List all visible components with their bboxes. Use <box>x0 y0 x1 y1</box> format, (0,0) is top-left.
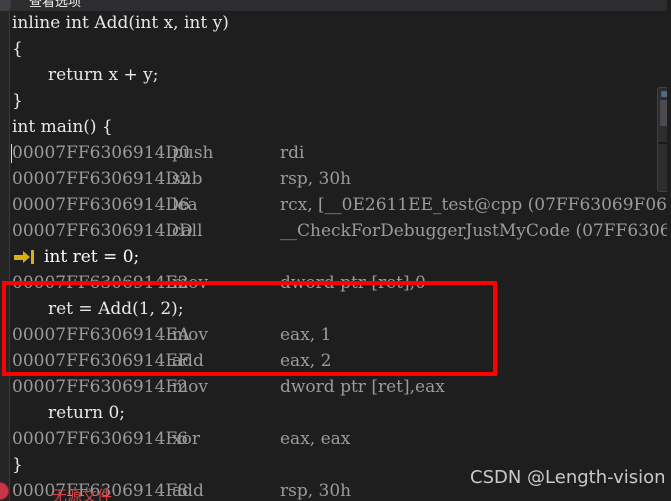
disassembly-row[interactable]: 00007FF6306914EF add eax, 2 <box>0 348 671 374</box>
instruction-address: 00007FF6306914F6 <box>12 429 188 449</box>
disassembly-row[interactable]: 00007FF6306914F6 xor eax, eax <box>0 426 671 452</box>
source-line-text: } <box>12 455 23 475</box>
instruction-address: 00007FF6306914DD <box>12 221 193 241</box>
disassembly-row[interactable]: 00007FF6306914E2 mov dword ptr [ret],0 <box>0 270 671 296</box>
source-line-text: inline int Add(int x, int y) <box>12 13 229 33</box>
disassembly-row[interactable]: 00007FF6306914D6 lea rcx, [__0E2611EE_test… <box>0 192 671 218</box>
source-line-text: return 0; <box>48 403 125 423</box>
source-line-row[interactable]: inline int Add(int x, int y) <box>0 10 671 36</box>
disassembly-row[interactable]: 00007FF6306914D0 push rdi <box>0 140 671 166</box>
instruction-operands: rsp, 30h <box>280 169 352 189</box>
instruction-address: 00007FF6306914D2 <box>12 169 190 189</box>
instruction-mnemonic: call <box>172 221 203 241</box>
instruction-mnemonic: xor <box>172 429 200 449</box>
source-line-text: return x + y; <box>48 65 159 85</box>
source-line-text: { <box>12 39 23 59</box>
instruction-mnemonic: mov <box>172 273 208 293</box>
instruction-mnemonic: lea <box>172 195 198 215</box>
instruction-mnemonic: add <box>172 481 204 501</box>
disassembly-row[interactable]: 00007FF6306914DD call __CheckForDebuggerJu… <box>0 218 671 244</box>
code-pane[interactable]: inline int Add(int x, int y) { return x + … <box>0 11 671 501</box>
source-line-row[interactable]: return 0; <box>0 400 671 426</box>
instruction-mnemonic: sub <box>172 169 203 189</box>
no-source-file-note: 无源文件 <box>52 487 113 501</box>
instruction-operands: dword ptr [ret],eax <box>280 377 445 397</box>
instruction-mnemonic: push <box>172 143 214 163</box>
source-line-text: int ret = 0; <box>44 247 140 267</box>
instruction-operands: eax, 1 <box>280 325 332 345</box>
instruction-mnemonic: add <box>172 351 204 371</box>
instruction-address: 00007FF6306914EA <box>12 325 191 345</box>
current-statement-row[interactable]: int ret = 0; <box>0 244 671 270</box>
instruction-operands: __CheckForDebuggerJustMyCode (07FF630691… <box>280 221 671 241</box>
current-statement-arrow-icon <box>14 250 36 264</box>
source-line-text: ret = Add(1, 2); <box>48 299 184 319</box>
source-line-text: int main() { <box>12 117 113 137</box>
instruction-operands: eax, eax <box>280 429 351 449</box>
disassembly-window: 查看选项 inline int Add(int x, int y){return… <box>0 0 671 501</box>
instruction-operands: rsp, 30h <box>280 481 352 501</box>
instruction-address: 00007FF6306914D6 <box>12 195 190 215</box>
instruction-operands: rcx, [__0E2611EE_test@cpp (07FF63069F066… <box>280 195 671 215</box>
disassembly-row[interactable]: 00007FF6306914EA mov eax, 1 <box>0 322 671 348</box>
instruction-mnemonic: mov <box>172 325 208 345</box>
instruction-mnemonic: mov <box>172 377 208 397</box>
instruction-address: 00007FF6306914D0 <box>12 143 190 163</box>
source-line-text: } <box>12 91 23 111</box>
disassembly-row[interactable]: 00007FF6306914F2 mov dword ptr [ret],eax <box>0 374 671 400</box>
right-edge-strip <box>667 0 671 501</box>
watermark-text: CSDN @Length-vision <box>470 467 666 488</box>
source-line-row[interactable]: { <box>0 36 671 62</box>
instruction-operands: rdi <box>280 143 305 163</box>
source-line-row[interactable]: return x + y; <box>0 62 671 88</box>
instruction-address: 00007FF6306914EF <box>12 351 190 371</box>
source-line-row[interactable]: ret = Add(1, 2); <box>0 296 671 322</box>
disassembly-row[interactable]: 00007FF6306914D2 sub rsp, 30h <box>0 166 671 192</box>
breakpoint-icon[interactable] <box>0 482 9 500</box>
instruction-operands: eax, 2 <box>280 351 332 371</box>
instruction-address: 00007FF6306914F2 <box>12 377 188 397</box>
instruction-operands: dword ptr [ret],0 <box>280 273 426 293</box>
source-line-row[interactable]: } <box>0 88 671 114</box>
source-line-row[interactable]: int main() { <box>0 114 671 140</box>
instruction-address: 00007FF6306914E2 <box>12 273 189 293</box>
